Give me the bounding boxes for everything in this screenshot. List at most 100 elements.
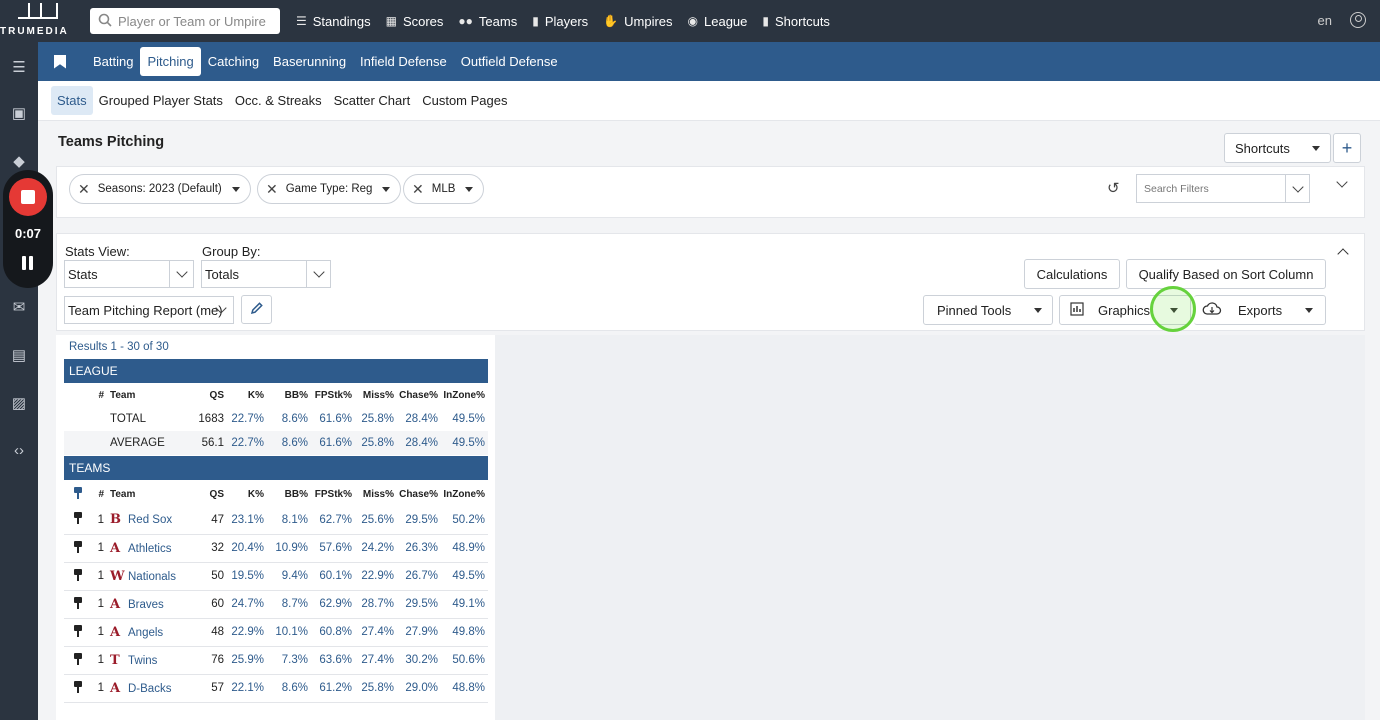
filter-search[interactable] <box>1136 174 1310 203</box>
filter-menu-icon[interactable]: ☰ <box>10 58 28 76</box>
col-rank[interactable]: # <box>92 483 104 506</box>
team-name-link[interactable]: Athletics <box>128 543 171 555</box>
nav-umpires[interactable]: ✋ Umpires <box>603 14 672 29</box>
pin-icon[interactable] <box>74 596 82 609</box>
pin-icon[interactable] <box>74 540 82 553</box>
report-select[interactable]: Team Pitching Report (me) <box>64 296 234 324</box>
close-icon[interactable]: ✕ <box>266 181 278 198</box>
image-icon[interactable]: ▨ <box>10 394 28 412</box>
col-chase[interactable]: Chase% <box>394 384 438 407</box>
stop-record-button[interactable] <box>9 178 47 216</box>
col-fpstk[interactable]: FPStk% <box>308 384 352 407</box>
nav-standings[interactable]: ☰ Standings <box>296 14 371 29</box>
filter-chip-game-type[interactable]: ✕ Game Type: Reg <box>257 174 402 204</box>
add-shortcut-button[interactable]: + <box>1333 133 1361 163</box>
pencil-icon <box>250 301 264 318</box>
close-icon[interactable]: ✕ <box>78 181 90 198</box>
nav-scores[interactable]: ▦ Scores <box>386 14 444 29</box>
team-name-link[interactable]: Braves <box>128 599 164 611</box>
col-k[interactable]: K% <box>224 384 264 407</box>
calculations-button[interactable]: Calculations <box>1024 259 1120 289</box>
pin-icon[interactable] <box>74 652 82 665</box>
league-header-row: # Team QS K% BB% FPStk% Miss% Chase% InZ… <box>64 384 488 407</box>
user-icon[interactable] <box>1350 12 1366 28</box>
team-name-link[interactable]: Nationals <box>128 571 176 583</box>
table-row[interactable]: 1 A Athletics 32 20.4% 10.9% 57.6% 24.2% 26.3% 48… <box>64 534 488 563</box>
tab-pitching[interactable]: Pitching <box>140 47 201 76</box>
search-input[interactable] <box>118 13 278 29</box>
nav-teams[interactable]: ●● Teams <box>458 14 517 29</box>
search-icon <box>98 13 112 30</box>
pin-icon[interactable] <box>74 680 82 693</box>
tag-icon[interactable]: ◆ <box>10 152 28 170</box>
col-rank[interactable]: # <box>92 384 104 407</box>
col-qs[interactable]: QS <box>180 483 224 506</box>
nav-shortcuts[interactable]: ▮ Shortcuts <box>762 14 830 29</box>
col-inzone[interactable]: InZone% <box>438 384 488 407</box>
col-inzone[interactable]: InZone% <box>438 483 488 506</box>
team-name-link[interactable]: Angels <box>128 627 163 639</box>
team-name-link[interactable]: D-Backs <box>128 683 171 695</box>
col-chase[interactable]: Chase% <box>394 483 438 506</box>
col-k[interactable]: K% <box>224 483 264 506</box>
filter-chip-league[interactable]: ✕ MLB <box>403 174 485 204</box>
team-name-link[interactable]: Twins <box>128 655 157 667</box>
subtab-occ-streaks[interactable]: Occ. & Streaks <box>229 86 328 115</box>
tab-infield-defense[interactable]: Infield Defense <box>353 47 454 76</box>
mail-icon[interactable]: ✉ <box>10 298 28 316</box>
exports-dropdown[interactable]: Exports <box>1194 295 1326 325</box>
stats-view-select[interactable]: Stats <box>64 260 194 288</box>
bookmark-icon[interactable] <box>54 54 66 69</box>
subtab-scatter-chart[interactable]: Scatter Chart <box>328 86 417 115</box>
global-search[interactable] <box>90 8 280 34</box>
subtab-stats[interactable]: Stats <box>51 86 93 115</box>
table-row[interactable]: 1 B Red Sox 47 23.1% 8.1% 62.7% 25.6% 29.5% 50.2% <box>64 506 488 535</box>
table-row[interactable]: 1 A Angels 48 22.9% 10.1% 60.8% 27.4% 27.9% 49.8% <box>64 618 488 647</box>
col-miss[interactable]: Miss% <box>352 384 394 407</box>
table-row[interactable]: 1 A D-Backs 57 22.1% 8.6% 61.2% 25.8% 29.0% 48.8% <box>64 674 488 703</box>
subtab-custom-pages[interactable]: Custom Pages <box>416 86 513 115</box>
filter-chip-seasons[interactable]: ✕ Seasons: 2023 (Default) <box>69 174 251 204</box>
col-team[interactable]: Team <box>104 483 180 506</box>
qualify-button[interactable]: Qualify Based on Sort Column <box>1126 259 1326 289</box>
pin-icon[interactable] <box>74 568 82 581</box>
tab-catching[interactable]: Catching <box>201 47 266 76</box>
history-icon[interactable]: ↺ <box>1107 179 1120 197</box>
table-row[interactable]: 1 A Braves 60 24.7% 8.7% 62.9% 28.7% 29.5% 49.1% <box>64 590 488 619</box>
tab-batting[interactable]: Batting <box>86 47 140 76</box>
cell-bb: 8.6% <box>281 413 308 425</box>
table-row[interactable]: 1 W Nationals 50 19.5% 9.4% 60.1% 22.9% 26.7% 49.… <box>64 562 488 591</box>
col-fpstk[interactable]: FPStk% <box>308 483 352 506</box>
pin-icon[interactable] <box>74 512 82 525</box>
pinned-tools-dropdown[interactable]: Pinned Tools <box>923 295 1053 325</box>
nav-league[interactable]: ◉ League <box>688 14 748 29</box>
subtab-grouped-player-stats[interactable]: Grouped Player Stats <box>93 86 229 115</box>
tab-outfield-defense[interactable]: Outfield Defense <box>454 47 565 76</box>
video-icon[interactable]: ▣ <box>10 104 28 122</box>
group-by-select[interactable]: Totals <box>201 260 331 288</box>
tab-baserunning[interactable]: Baserunning <box>266 47 353 76</box>
trumedia-logo[interactable]: TRUMEDIA <box>0 0 80 42</box>
col-bb[interactable]: BB% <box>264 384 308 407</box>
expand-filters-icon[interactable] <box>1336 176 1348 188</box>
col-qs[interactable]: QS <box>180 384 224 407</box>
cell-fpstk: 60.1% <box>308 562 352 591</box>
table-row[interactable]: 1 T Twins 76 25.9% 7.3% 63.6% 27.4% 30.2% 50.6% <box>64 646 488 675</box>
close-icon[interactable]: ✕ <box>412 181 424 198</box>
code-icon[interactable]: ‹› <box>10 442 28 459</box>
col-miss[interactable]: Miss% <box>352 483 394 506</box>
book-icon[interactable]: ▤ <box>10 346 28 364</box>
pin-icon[interactable] <box>74 624 82 637</box>
nav-players[interactable]: ▮ Players <box>532 14 588 29</box>
pin-icon[interactable] <box>74 487 82 499</box>
col-bb[interactable]: BB% <box>264 483 308 506</box>
col-team[interactable]: Team <box>104 384 180 407</box>
collapse-panel-icon[interactable] <box>1337 248 1349 260</box>
shortcuts-dropdown[interactable]: Shortcuts <box>1224 133 1331 163</box>
edit-report-button[interactable] <box>241 295 272 324</box>
chevron-down-icon[interactable] <box>1285 175 1309 202</box>
pause-icon[interactable] <box>21 256 35 270</box>
language-selector[interactable]: en <box>1318 13 1332 28</box>
team-name-link[interactable]: Red Sox <box>128 514 172 526</box>
filter-search-input[interactable] <box>1137 182 1285 195</box>
